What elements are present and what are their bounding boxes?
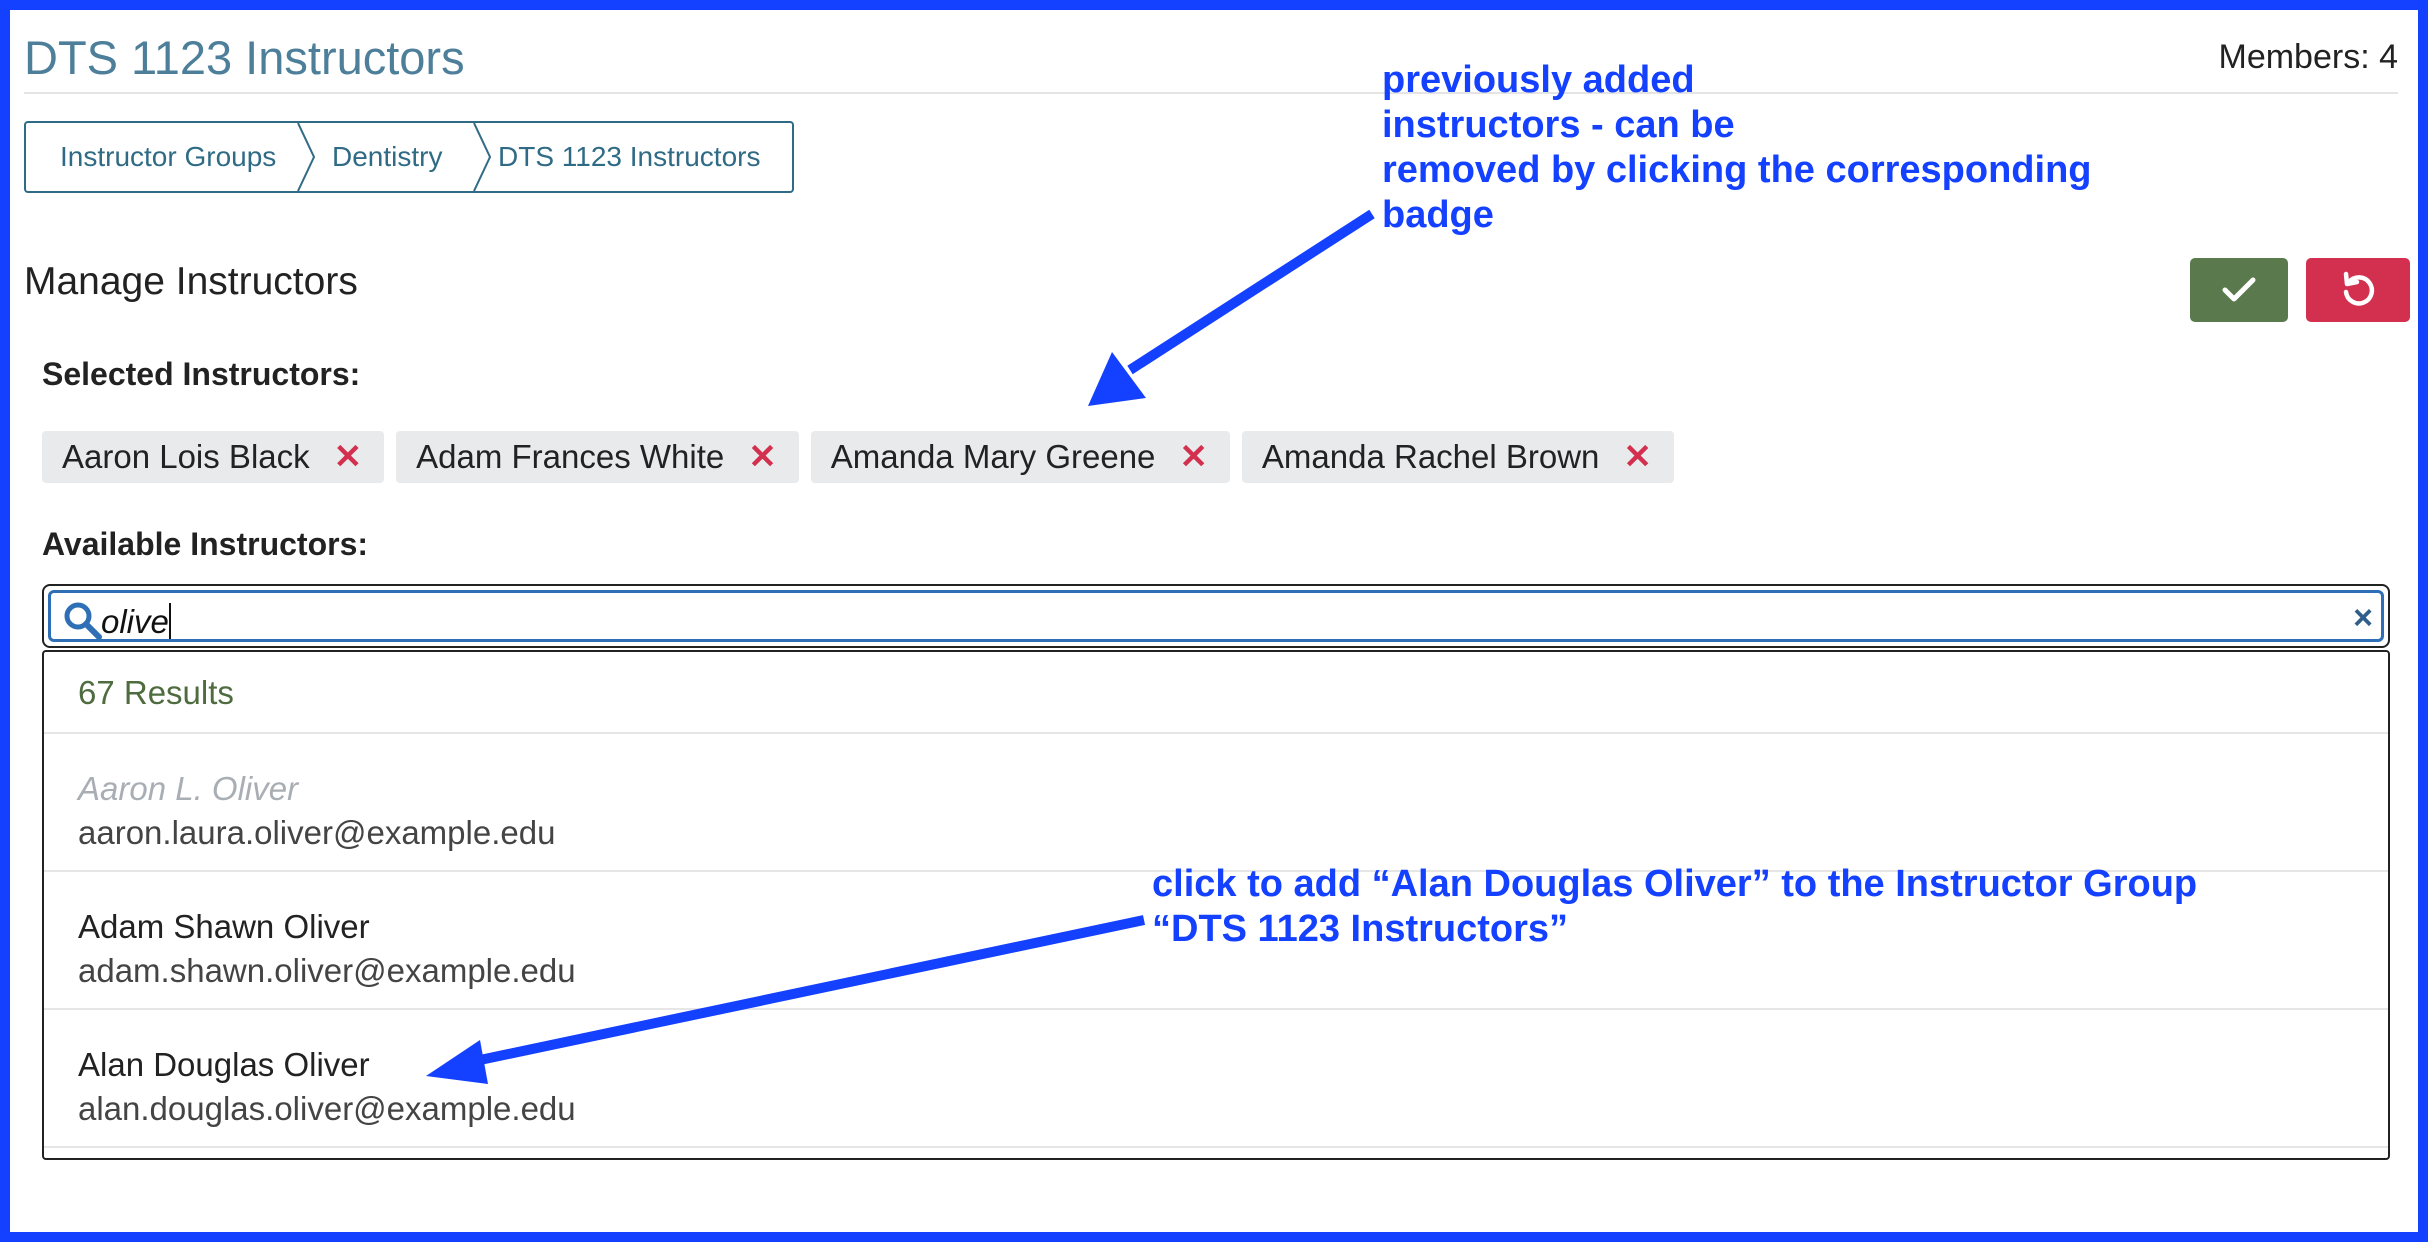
remove-icon[interactable]: ✕ [748, 437, 777, 477]
result-name: Alan Douglas Oliver [78, 1046, 370, 1083]
badge-name: Amanda Rachel Brown [1261, 438, 1600, 475]
result-item-disabled: Aaron L. Oliver aaron.laura.oliver@examp… [78, 770, 555, 852]
badge-name: Adam Frances White [416, 438, 725, 475]
badge-name: Aaron Lois Black [62, 438, 310, 475]
instructor-badge[interactable]: Amanda Mary Greene ✕ [810, 431, 1230, 483]
search-icon [64, 602, 102, 640]
available-instructors-label: Available Instructors: [42, 526, 369, 562]
result-name: Adam Shawn Oliver [78, 908, 370, 945]
breadcrumb: Instructor Groups Dentistry DTS 1123 Ins… [24, 121, 794, 193]
result-item[interactable]: Alan Douglas Oliver alan.douglas.oliver@… [78, 1046, 576, 1128]
breadcrumb-current: DTS 1123 Instructors [498, 141, 761, 172]
annotation-add: click to add “Alan Douglas Oliver” to th… [1152, 863, 2198, 950]
manage-instructors-title: Manage Instructors [24, 260, 358, 303]
result-name: Aaron L. Oliver [78, 770, 299, 807]
result-item[interactable]: Adam Shawn Oliver adam.shawn.oliver@exam… [78, 908, 576, 990]
badge-name: Amanda Mary Greene [830, 438, 1156, 475]
clear-search-icon[interactable]: × [2353, 599, 2373, 638]
breadcrumb-instructor-groups[interactable]: Instructor Groups [60, 123, 276, 191]
remove-icon[interactable]: ✕ [1179, 437, 1208, 477]
search-value: olive [101, 603, 171, 640]
search-input[interactable]: olive × [48, 590, 2384, 642]
selected-instructors-list: Aaron Lois Black ✕ Adam Frances White ✕ … [42, 431, 1674, 483]
cancel-button[interactable] [2306, 258, 2410, 322]
remove-icon[interactable]: ✕ [1623, 437, 1652, 477]
instructor-search[interactable]: olive × [42, 584, 2390, 648]
breadcrumb-separator-icon [473, 123, 492, 191]
result-email: adam.shawn.oliver@example.edu [78, 952, 576, 989]
breadcrumb-separator-icon [297, 123, 316, 191]
results-count: 67 Results [78, 674, 234, 711]
divider [44, 732, 2388, 734]
instructor-badge[interactable]: Amanda Rachel Brown ✕ [1241, 431, 1674, 483]
result-email: alan.douglas.oliver@example.edu [78, 1090, 576, 1127]
members-count: Members: 4 [2218, 38, 2399, 76]
page-title: DTS 1123 Instructors [24, 31, 465, 84]
divider [44, 1008, 2388, 1010]
check-icon [2222, 277, 2256, 302]
remove-icon[interactable]: ✕ [334, 437, 363, 477]
selected-instructors-label: Selected Instructors: [42, 356, 361, 392]
breadcrumb-dentistry[interactable]: Dentistry [332, 123, 442, 191]
undo-icon [2343, 271, 2375, 306]
divider [44, 1146, 2388, 1148]
save-button[interactable] [2190, 258, 2288, 322]
instructor-badge[interactable]: Adam Frances White ✕ [396, 431, 799, 483]
result-email: aaron.laura.oliver@example.edu [78, 814, 556, 851]
annotation-badges: previously added instructors - can be re… [1382, 59, 2092, 236]
instructor-badge[interactable]: Aaron Lois Black ✕ [42, 431, 385, 483]
